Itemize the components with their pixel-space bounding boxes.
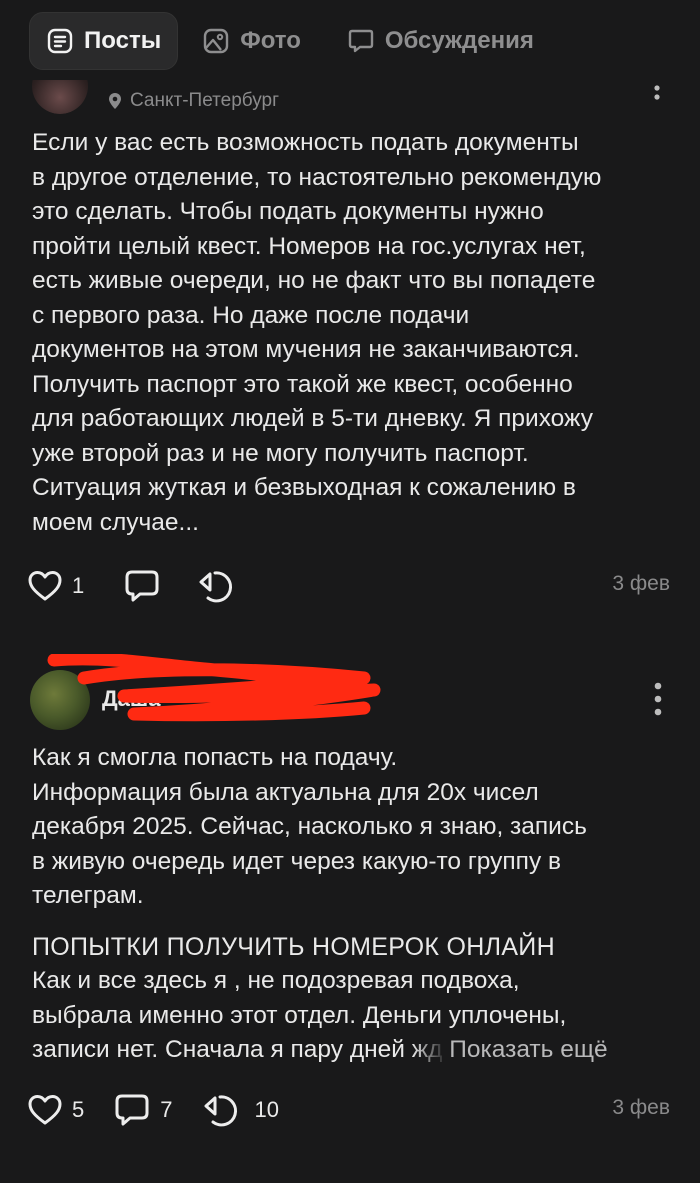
- like-button[interactable]: 1: [28, 570, 84, 602]
- repost-count: 10: [254, 1097, 279, 1122]
- post2-last-line-text: записи нет. Сначала я пару дней: [32, 1036, 412, 1063]
- comment-icon: [115, 1094, 149, 1126]
- heart-icon: [28, 1095, 62, 1125]
- comment-button[interactable]: 7: [114, 1093, 173, 1127]
- comment-count: 7: [160, 1097, 173, 1122]
- post1-actions: 1 3 фев: [28, 564, 670, 608]
- repost-icon: [204, 1095, 237, 1127]
- post-date: 3 фев: [612, 572, 670, 595]
- like-button[interactable]: 5: [28, 1094, 84, 1126]
- post2-fade-text: жд: [411, 1036, 443, 1063]
- post2-body-cont: Как и все здесь я , не подозревая подвох…: [32, 967, 567, 1029]
- redaction-scribble: [47, 654, 381, 722]
- like-count: 1: [72, 573, 85, 598]
- tab-posts-label: Посты: [84, 27, 162, 54]
- post-date: 3 фев: [612, 1096, 670, 1119]
- more-icon[interactable]: [654, 682, 662, 716]
- tab-discussions[interactable]: Обсуждения: [331, 12, 550, 70]
- more-icon[interactable]: [654, 85, 660, 101]
- repost-icon: [199, 571, 233, 603]
- comment-icon: [125, 570, 159, 602]
- post2-last-line: записи нет. Сначала я пару дней жд Показ…: [32, 1033, 672, 1068]
- post2-text: Как я смогла попасть на подачу. Информац…: [32, 741, 672, 1068]
- location-label: Санкт-Петербург: [130, 90, 280, 111]
- post2-header: Даша: [30, 654, 670, 740]
- photo-icon: [204, 28, 229, 54]
- tab-discussions-label: Обсуждения: [384, 27, 534, 54]
- discussions-icon: [348, 29, 374, 53]
- post2-heading: ПОПЫТКИ ПОЛУЧИТЬ НОМЕРОК ОНЛАЙН: [32, 932, 555, 961]
- show-more-link[interactable]: Показать ещё: [449, 1036, 607, 1063]
- share-button[interactable]: 10: [203, 1092, 279, 1128]
- like-count: 5: [72, 1097, 85, 1122]
- share-button[interactable]: [198, 568, 240, 604]
- heart-icon: [28, 571, 62, 601]
- tab-photo-label: Фото: [240, 27, 301, 54]
- profile-tabs: Посты Фото Обсуждения: [29, 12, 550, 70]
- tab-photo[interactable]: Фото: [186, 12, 317, 70]
- post1-text: Если у вас есть возможность подать докум…: [32, 126, 672, 540]
- post2-body-intro: Как я смогла попасть на подачу. Информац…: [32, 744, 587, 909]
- location: Санкт-Петербург: [108, 90, 279, 112]
- comment-button[interactable]: [124, 569, 160, 603]
- post2-actions: 5 7 10 3 фев: [28, 1088, 670, 1132]
- tab-posts[interactable]: Посты: [29, 12, 179, 70]
- location-pin-icon: [109, 93, 121, 109]
- post1-header: Санкт-Петербург: [30, 80, 670, 120]
- posts-icon: [47, 28, 73, 54]
- avatar[interactable]: [30, 80, 90, 114]
- post1-body: Если у вас есть возможность подать докум…: [32, 129, 602, 536]
